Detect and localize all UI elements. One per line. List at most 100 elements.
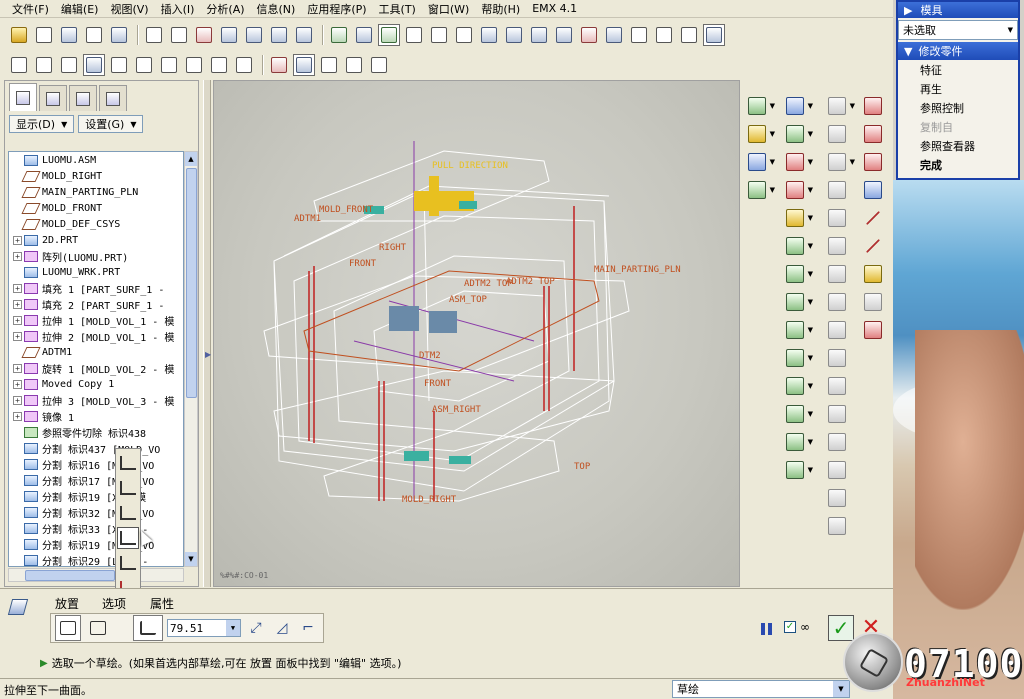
- sketch-tool-icon[interactable]: ▼: [783, 346, 813, 370]
- submenu-header[interactable]: ▼ 修改零件: [898, 42, 1018, 60]
- selection-dropdown[interactable]: 未选取 ▼: [898, 20, 1018, 40]
- depth-value-input[interactable]: 79.51 ▼: [167, 619, 241, 637]
- tab-folder-browser[interactable]: [39, 85, 67, 111]
- workpiece-icon[interactable]: ▼: [745, 150, 775, 174]
- waterline-icon[interactable]: ▼: [783, 262, 813, 286]
- datum-tool-icon[interactable]: ▼: [783, 374, 813, 398]
- tree-row[interactable]: + 拉伸 1 [MOLD_VOL_1 - 模: [9, 312, 183, 328]
- datum-plane-tool-icon[interactable]: [293, 54, 315, 76]
- menu-manager-header[interactable]: ▶ 模具: [898, 2, 1018, 18]
- scroll-thumb[interactable]: [186, 168, 197, 398]
- datum-axis-x-icon[interactable]: [861, 94, 885, 118]
- tree-row[interactable]: MOLD_DEF_CSYS: [9, 216, 183, 232]
- tree-row[interactable]: LUOMU_WRK.PRT: [9, 264, 183, 280]
- tree-row[interactable]: 分割 标识17 [MOLD_VO: [9, 472, 183, 488]
- menu-insert[interactable]: 插入(I): [155, 1, 201, 17]
- tree-horizontal-scrollbar[interactable]: [8, 568, 184, 582]
- scroll-thumb[interactable]: [25, 570, 115, 581]
- menu-emx[interactable]: EMX 4.1: [526, 2, 583, 15]
- tree-row[interactable]: 参照零件切除 标识438: [9, 424, 183, 440]
- analysis-icon[interactable]: [578, 24, 600, 46]
- flyout-through-all-icon[interactable]: [117, 552, 139, 574]
- expand-icon[interactable]: +: [13, 331, 22, 341]
- tree-row[interactable]: 分割 标识19 [MOLD_VO: [9, 536, 183, 552]
- thicken-sketch-icon[interactable]: ⌐: [297, 617, 319, 639]
- round-icon[interactable]: [825, 346, 849, 370]
- new-component-icon[interactable]: ▼: [783, 94, 813, 118]
- expand-icon[interactable]: +: [13, 299, 22, 309]
- tree-row[interactable]: ADTM1: [9, 344, 183, 360]
- menu-view[interactable]: 视图(V): [104, 1, 154, 17]
- redo-icon[interactable]: [168, 24, 190, 46]
- tree-row[interactable]: + 填充 1 [PART_SURF_1 -: [9, 280, 183, 296]
- depth-option-dropdown[interactable]: [133, 615, 163, 641]
- surface-extrude-button[interactable]: [85, 615, 111, 641]
- dimension-icon[interactable]: [553, 24, 575, 46]
- datum-point-display-icon[interactable]: [158, 54, 180, 76]
- menu-help[interactable]: 帮助(H): [475, 1, 526, 17]
- verify-preview-icon[interactable]: ∞: [800, 620, 810, 634]
- expand-icon[interactable]: +: [13, 395, 22, 405]
- wireframe-icon[interactable]: [628, 24, 650, 46]
- offset-surface-icon[interactable]: [825, 262, 849, 286]
- menu-manager-item[interactable]: 特征: [898, 60, 1018, 79]
- curve-icon[interactable]: [861, 178, 885, 202]
- menu-analysis[interactable]: 分析(A): [200, 1, 250, 17]
- menu-info[interactable]: 信息(N): [251, 1, 302, 17]
- datum-plane-display-icon[interactable]: [108, 54, 130, 76]
- volume-split-icon[interactable]: ▼: [783, 150, 813, 174]
- thickness-check-icon[interactable]: [825, 122, 849, 146]
- expand-icon[interactable]: +: [13, 283, 22, 293]
- email-icon[interactable]: [108, 24, 130, 46]
- reorient-icon[interactable]: [478, 24, 500, 46]
- datum-csys-tool-icon[interactable]: [368, 54, 390, 76]
- shell-icon[interactable]: [825, 430, 849, 454]
- datum-point-x-icon[interactable]: [861, 122, 885, 146]
- no-hidden-icon[interactable]: [678, 24, 700, 46]
- mold-opening-icon[interactable]: ▼: [783, 206, 813, 230]
- datum-axis-display-icon[interactable]: [133, 54, 155, 76]
- tab-placement[interactable]: 放置: [55, 595, 79, 612]
- runner-icon[interactable]: ▼: [783, 234, 813, 258]
- refit-icon[interactable]: [453, 24, 475, 46]
- saved-views-icon[interactable]: [503, 24, 525, 46]
- tree-row[interactable]: + 拉伸 2 [MOLD_VOL_1 - 模: [9, 328, 183, 344]
- paste-special-icon[interactable]: [268, 24, 290, 46]
- graphics-window[interactable]: PULL DIRECTION MOLD_FRONT ADTM1 RIGHT FR…: [213, 80, 740, 587]
- trim-tool-icon[interactable]: ▼: [783, 458, 813, 482]
- thicken-icon[interactable]: [825, 290, 849, 314]
- parting-surface-icon[interactable]: ▼: [783, 122, 813, 146]
- layers-icon[interactable]: [528, 24, 550, 46]
- tree-row[interactable]: 分割 标识19 [X - 模: [9, 488, 183, 504]
- appearance-icon[interactable]: [603, 24, 625, 46]
- cube-hidden-icon[interactable]: [33, 54, 55, 76]
- tree-row[interactable]: + 填充 2 [PART_SURF_1 -: [9, 296, 183, 312]
- chamfer-icon[interactable]: [825, 374, 849, 398]
- tree-row[interactable]: + Moved Copy 1: [9, 376, 183, 392]
- cube-nohidden-icon[interactable]: [58, 54, 80, 76]
- settings-dropdown[interactable]: 设置(G) ▼: [78, 115, 144, 133]
- flyout-blind-icon[interactable]: [117, 477, 139, 499]
- menu-window[interactable]: 窗口(W): [422, 1, 475, 17]
- expand-icon[interactable]: +: [13, 315, 22, 325]
- tab-favorites[interactable]: [69, 85, 97, 111]
- menu-manager-item[interactable]: 完成: [898, 155, 1018, 174]
- tab-options[interactable]: 选项: [102, 595, 126, 612]
- shading-icon[interactable]: [703, 24, 725, 46]
- tree-row[interactable]: MOLD_FRONT: [9, 200, 183, 216]
- tree-row[interactable]: MOLD_RIGHT: [9, 168, 183, 184]
- collapse-arrow-icon[interactable]: ▶: [205, 350, 211, 359]
- scroll-down-icon[interactable]: ▼: [185, 552, 197, 566]
- select-tool-icon[interactable]: [378, 24, 400, 46]
- selection-filter-dropdown[interactable]: 草绘 ▼: [672, 680, 850, 698]
- tree-vertical-scrollbar[interactable]: ▲ ▼: [184, 151, 198, 567]
- flyout-sketch-icon[interactable]: [117, 452, 139, 474]
- tree-row[interactable]: + 镜像 1: [9, 408, 183, 424]
- csys-create-icon[interactable]: [861, 318, 885, 342]
- cube-shaded-icon[interactable]: [83, 54, 105, 76]
- flip-direction-icon[interactable]: ⤢: [245, 617, 267, 639]
- flyout-symmetric-icon[interactable]: [117, 502, 139, 524]
- tree-row[interactable]: 分割 标识32 [MOLD_VO: [9, 504, 183, 520]
- tree-row[interactable]: 分割 标识437 [MOLD_VO: [9, 440, 183, 456]
- mold-base-icon[interactable]: ▼: [783, 318, 813, 342]
